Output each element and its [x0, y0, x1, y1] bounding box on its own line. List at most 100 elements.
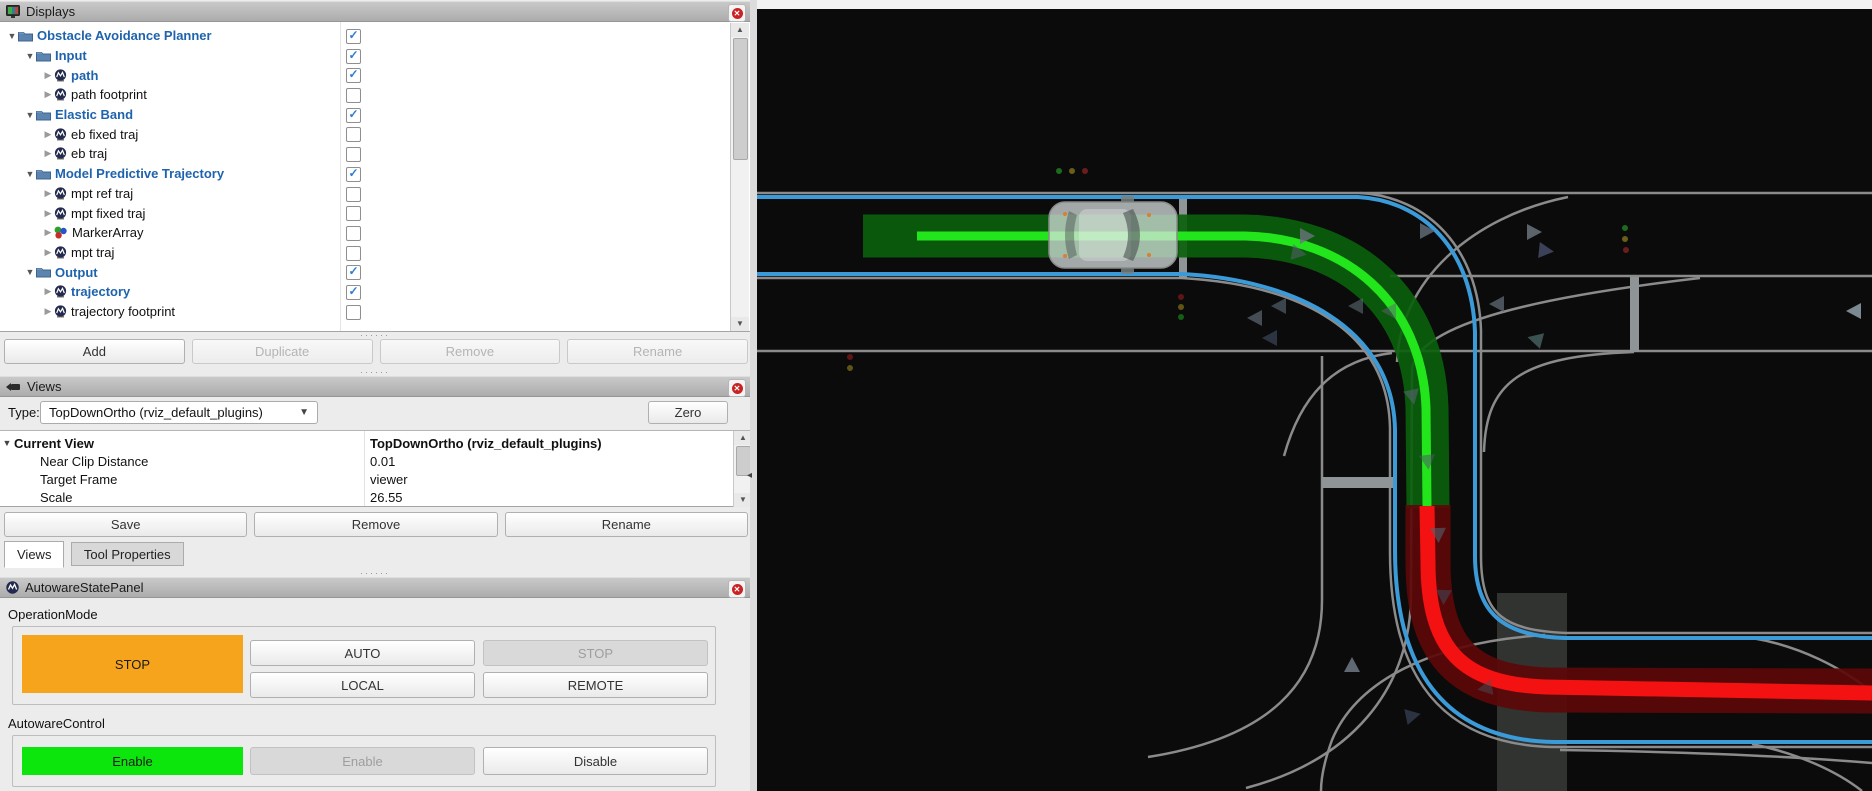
scroll-up-icon[interactable]: ▲: [731, 23, 749, 37]
expand-icon[interactable]: ▶: [42, 148, 54, 159]
tree-item-path-footprint[interactable]: ▶path footprint: [0, 85, 750, 105]
tree-item-mpt-traj[interactable]: ▶mpt traj: [0, 243, 750, 263]
property-value[interactable]: 0.01: [370, 454, 395, 469]
tree-item-label: MarkerArray: [72, 225, 144, 240]
expand-icon[interactable]: ▶: [42, 129, 54, 140]
stop-button[interactable]: STOP: [483, 640, 708, 666]
tree-item-obstacle-avoidance-planner[interactable]: ▼Obstacle Avoidance Planner✓: [0, 26, 750, 46]
close-icon[interactable]: ✕: [728, 580, 746, 598]
zero-button[interactable]: Zero: [648, 401, 728, 424]
scrollbar-thumb[interactable]: [733, 38, 748, 160]
scroll-down-icon[interactable]: ▼: [731, 317, 749, 331]
expand-icon[interactable]: ▶: [42, 188, 54, 199]
enable-checkbox[interactable]: [346, 187, 361, 202]
displays-icon: [6, 5, 20, 18]
autoware-icon: [54, 285, 67, 298]
tab-views[interactable]: Views: [4, 541, 64, 568]
collapse-icon[interactable]: ▼: [24, 110, 36, 120]
expand-icon[interactable]: ▶: [42, 227, 54, 238]
enable-button[interactable]: Enable: [250, 747, 475, 775]
collapse-icon[interactable]: ▼: [24, 51, 36, 61]
collapse-arrow-icon[interactable]: ◂: [747, 470, 752, 481]
rename-view-button[interactable]: Rename: [505, 512, 748, 537]
enable-checkbox[interactable]: ✓: [346, 167, 361, 182]
autoware-panel-titlebar[interactable]: AutowareStatePanel ✕: [0, 577, 750, 598]
autoware-icon: [54, 88, 67, 101]
tree-item-markerarray[interactable]: ▶ MarkerArray: [0, 223, 750, 243]
current-view-table: ▼Current ViewTopDownOrtho (rviz_default_…: [0, 430, 750, 507]
tree-item-input[interactable]: ▼Input✓: [0, 46, 750, 66]
remove-view-button[interactable]: Remove: [254, 512, 497, 537]
property-row-current-view[interactable]: ▼Current ViewTopDownOrtho (rviz_default_…: [0, 434, 750, 452]
enable-checkbox[interactable]: [346, 246, 361, 261]
enable-checkbox[interactable]: ✓: [346, 108, 361, 123]
tree-item-trajectory[interactable]: ▶trajectory✓: [0, 282, 750, 302]
property-name: Near Clip Distance: [14, 454, 148, 469]
view-type-dropdown[interactable]: TopDownOrtho (rviz_default_plugins) ▼: [40, 401, 318, 424]
enable-checkbox[interactable]: ✓: [346, 265, 361, 280]
enable-checkbox[interactable]: [346, 226, 361, 241]
splitter-handle[interactable]: ······: [0, 570, 750, 576]
disable-button[interactable]: Disable: [483, 747, 708, 775]
enable-checkbox[interactable]: [346, 127, 361, 142]
expand-icon[interactable]: ▶: [42, 208, 54, 219]
enable-checkbox[interactable]: [346, 88, 361, 103]
remote-button[interactable]: REMOTE: [483, 672, 708, 698]
operation-mode-label: OperationMode: [8, 607, 98, 622]
enable-checkbox[interactable]: [346, 206, 361, 221]
panel-splitter[interactable]: [750, 0, 757, 791]
duplicate-button[interactable]: Duplicate: [192, 339, 373, 364]
tree-item-label: mpt fixed traj: [71, 206, 145, 221]
tree-item-mpt-fixed-traj[interactable]: ▶ mpt fixed traj: [0, 203, 750, 223]
property-value[interactable]: TopDownOrtho (rviz_default_plugins): [370, 436, 602, 451]
tree-item-eb-fixed-traj[interactable]: ▶eb fixed traj: [0, 124, 750, 144]
collapse-icon[interactable]: ▼: [0, 438, 14, 448]
collapse-icon[interactable]: ▼: [6, 31, 18, 41]
expand-icon[interactable]: ▶: [42, 306, 54, 317]
views-panel-titlebar[interactable]: Views ✕: [0, 376, 750, 397]
remove-display-button[interactable]: Remove: [380, 339, 561, 364]
rviz-3d-viewport[interactable]: [757, 0, 1872, 791]
property-value[interactable]: viewer: [370, 472, 408, 487]
close-icon[interactable]: ✕: [728, 379, 746, 397]
property-row-near-clip-distance[interactable]: Near Clip Distance 0.01: [0, 452, 750, 470]
add-button[interactable]: Add: [4, 339, 185, 364]
tree-item-eb-traj[interactable]: ▶eb traj: [0, 144, 750, 164]
enable-checkbox[interactable]: ✓: [346, 29, 361, 44]
tab-tool-properties[interactable]: Tool Properties: [71, 542, 184, 566]
splitter-handle[interactable]: ······: [0, 369, 750, 375]
enable-checkbox[interactable]: ✓: [346, 285, 361, 300]
camera-icon: [6, 382, 21, 392]
local-button[interactable]: LOCAL: [250, 672, 475, 698]
expand-icon[interactable]: ▶: [42, 247, 54, 258]
expand-icon[interactable]: ▶: [42, 89, 54, 100]
collapse-icon[interactable]: ▼: [24, 169, 36, 179]
autoware-icon: [54, 246, 67, 259]
rename-display-button[interactable]: Rename: [567, 339, 748, 364]
expand-icon[interactable]: ▶: [42, 286, 54, 297]
displays-panel-titlebar[interactable]: Displays ✕: [0, 1, 750, 22]
auto-button[interactable]: AUTO: [250, 640, 475, 666]
enable-checkbox[interactable]: ✓: [346, 68, 361, 83]
close-icon[interactable]: ✕: [728, 4, 746, 22]
enable-checkbox[interactable]: [346, 305, 361, 320]
tree-item-mpt-ref-traj[interactable]: ▶ mpt ref traj: [0, 184, 750, 204]
property-row-target-frame[interactable]: Target Frameviewer: [0, 470, 750, 488]
folder-icon: [36, 266, 51, 278]
tree-item-label: mpt ref traj: [71, 186, 133, 201]
enable-checkbox[interactable]: ✓: [346, 49, 361, 64]
save-view-button[interactable]: Save: [4, 512, 247, 537]
tree-item-trajectory-footprint[interactable]: ▶trajectory footprint: [0, 302, 750, 322]
collapse-icon[interactable]: ▼: [24, 267, 36, 277]
expand-icon[interactable]: ▶: [42, 70, 54, 81]
autoware-icon: [54, 147, 67, 160]
tree-item-output[interactable]: ▼Output✓: [0, 262, 750, 282]
tree-item-elastic-band[interactable]: ▼Elastic Band✓: [0, 105, 750, 125]
enable-checkbox[interactable]: [346, 147, 361, 162]
splitter-handle[interactable]: ······: [0, 332, 750, 338]
property-value[interactable]: 26.55: [370, 490, 403, 505]
tree-item-model-predictive-trajectory[interactable]: ▼Model Predictive Trajectory✓: [0, 164, 750, 184]
displays-tree-scrollbar[interactable]: ▲ ▼: [730, 23, 749, 331]
tree-item-path[interactable]: ▶path✓: [0, 65, 750, 85]
property-row-scale[interactable]: Scale26.55: [0, 488, 750, 506]
